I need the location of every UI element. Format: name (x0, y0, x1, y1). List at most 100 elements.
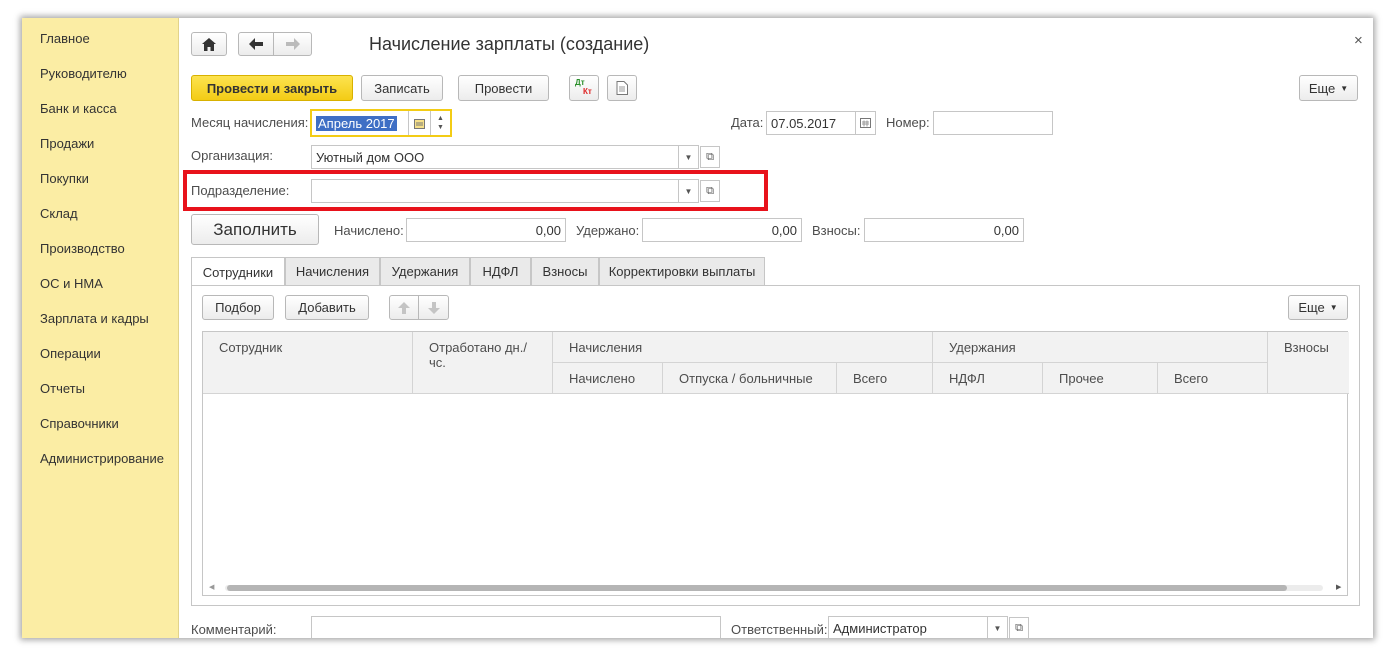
post-and-close-button[interactable]: Провести и закрыть (191, 75, 353, 101)
tab-ndfl[interactable]: НДФЛ (470, 257, 531, 285)
horizontal-scrollbar[interactable] (225, 585, 1323, 591)
save-button[interactable]: Записать (361, 75, 443, 101)
chevron-down-icon: ▼ (1340, 83, 1349, 93)
organization-open-icon[interactable]: ⧉ (700, 146, 720, 168)
month-value: Апрель 2017 (316, 115, 397, 131)
highlight-frame (183, 170, 768, 211)
spin-down-icon[interactable]: ▼ (437, 123, 444, 132)
organization-dropdown-icon[interactable]: ▼ (678, 146, 698, 168)
chevron-down-icon: ▼ (1329, 303, 1338, 312)
post-button[interactable]: Провести (458, 75, 549, 101)
withheld-label: Удержано: (576, 223, 640, 238)
employees-tab-panel: Подбор Добавить Еще ▼ Сотрудник Отработан… (191, 285, 1360, 606)
accrued-label: Начислено: (334, 223, 404, 238)
responsible-value: Администратор (833, 620, 927, 636)
tab-contributions[interactable]: Взносы (531, 257, 599, 285)
month-label: Месяц начисления: (191, 115, 309, 130)
employees-table[interactable]: Сотрудник Отработано дн./чс. Начисления … (202, 331, 1349, 596)
sidebar-item-bank[interactable]: Банк и касса (40, 101, 117, 116)
document-window: Главное Руководителю Банк и касса Продаж… (22, 18, 1373, 638)
sidebar-item-catalogs[interactable]: Справочники (40, 416, 119, 431)
number-label: Номер: (886, 115, 930, 130)
organization-field[interactable]: Уютный дом ООО ▼ (311, 145, 699, 169)
table-more-label: Еще (1298, 300, 1325, 315)
sidebar-item-warehouse[interactable]: Склад (40, 206, 78, 221)
col-accrued-header[interactable]: Начислено (553, 363, 663, 394)
arrow-up-icon (398, 301, 410, 314)
sidebar-item-assets[interactable]: ОС и НМА (40, 276, 103, 291)
accrued-field: 0,00 (406, 218, 566, 242)
col-worked-header[interactable]: Отработано дн./чс. (413, 332, 553, 394)
tab-deductions[interactable]: Удержания (380, 257, 470, 285)
fill-button[interactable]: Заполнить (191, 214, 319, 245)
document-form: Начисление зарплаты (создание) × Провест… (179, 18, 1373, 638)
sidebar-item-manager[interactable]: Руководителю (40, 66, 127, 81)
organization-value: Уютный дом ООО (316, 149, 425, 165)
sections-sidebar: Главное Руководителю Банк и касса Продаж… (22, 18, 179, 638)
sidebar-item-operations[interactable]: Операции (40, 346, 101, 361)
sidebar-item-main[interactable]: Главное (40, 31, 90, 46)
tab-payment-corrections[interactable]: Корректировки выплаты (599, 257, 765, 285)
responsible-label: Ответственный: (731, 622, 828, 637)
move-up-button[interactable] (389, 295, 419, 320)
sidebar-item-admin[interactable]: Администрирование (40, 451, 164, 466)
move-down-button[interactable] (418, 295, 449, 320)
col-contributions-header[interactable]: Взносы (1268, 332, 1349, 394)
close-icon[interactable]: × (1354, 32, 1363, 49)
scrollbar-thumb[interactable] (227, 585, 1287, 591)
sidebar-item-sales[interactable]: Продажи (40, 136, 94, 151)
contributions-field: 0,00 (864, 218, 1024, 242)
col-vacation-header[interactable]: Отпуска / больничные (663, 363, 837, 394)
print-document-button[interactable] (607, 75, 637, 101)
arrow-left-icon (249, 38, 263, 50)
col-employee-header[interactable]: Сотрудник (203, 332, 413, 394)
page-title: Начисление зарплаты (создание) (369, 34, 650, 54)
pick-button[interactable]: Подбор (202, 295, 274, 320)
responsible-dropdown-icon[interactable]: ▼ (987, 617, 1007, 638)
col-deductions-total-header[interactable]: Всего (1158, 363, 1268, 394)
more-label: Еще (1308, 80, 1336, 96)
dt-kt-postings-button[interactable]: Дт Кт (569, 75, 599, 101)
date-value: 07.05.2017 (771, 115, 837, 131)
tab-accruals[interactable]: Начисления (285, 257, 380, 285)
deductions-group-header: Удержания (933, 332, 1268, 363)
arrow-down-icon (427, 301, 440, 314)
contributions-label: Взносы: (812, 223, 861, 238)
sidebar-item-reports[interactable]: Отчеты (40, 381, 85, 396)
scroll-right-icon[interactable]: ▶ (1336, 583, 1341, 591)
comment-field[interactable] (311, 616, 721, 638)
col-ndfl-header[interactable]: НДФЛ (933, 363, 1043, 394)
comment-label: Комментарий: (191, 622, 277, 637)
arrow-right-icon (285, 38, 300, 50)
col-other-header[interactable]: Прочее (1043, 363, 1158, 394)
month-spinner[interactable]: ▲ ▼ (430, 111, 450, 135)
col-accruals-total-header[interactable]: Всего (837, 363, 933, 394)
back-button[interactable] (238, 32, 274, 56)
responsible-field[interactable]: Администратор ▼ (828, 616, 1008, 638)
accruals-group-header: Начисления (553, 332, 933, 363)
dt-kt-icon: Дт Кт (574, 78, 594, 97)
month-calendar-icon[interactable] (408, 111, 430, 135)
more-button[interactable]: Еще ▼ (1299, 75, 1358, 101)
scroll-left-icon[interactable]: ◀ (209, 583, 214, 591)
organization-label: Организация: (191, 148, 274, 163)
home-icon (202, 37, 216, 51)
table-more-button[interactable]: Еще ▼ (1288, 295, 1348, 320)
tab-employees[interactable]: Сотрудники (191, 257, 285, 286)
calendar-icon[interactable] (855, 112, 875, 134)
withheld-field: 0,00 (642, 218, 802, 242)
forward-button[interactable] (273, 32, 312, 56)
document-icon (616, 81, 628, 95)
dt-label: Дт (575, 78, 585, 87)
date-label: Дата: (731, 115, 764, 130)
add-button[interactable]: Добавить (285, 295, 369, 320)
date-field[interactable]: 07.05.2017 (766, 111, 876, 135)
home-button[interactable] (191, 32, 227, 56)
sidebar-item-payroll[interactable]: Зарплата и кадры (40, 311, 149, 326)
spin-up-icon[interactable]: ▲ (437, 114, 444, 123)
responsible-open-icon[interactable]: ⧉ (1009, 617, 1029, 638)
month-field[interactable]: Апрель 2017 ▲ ▼ (310, 109, 452, 137)
number-field[interactable] (933, 111, 1053, 135)
sidebar-item-purchases[interactable]: Покупки (40, 171, 89, 186)
sidebar-item-production[interactable]: Производство (40, 241, 125, 256)
